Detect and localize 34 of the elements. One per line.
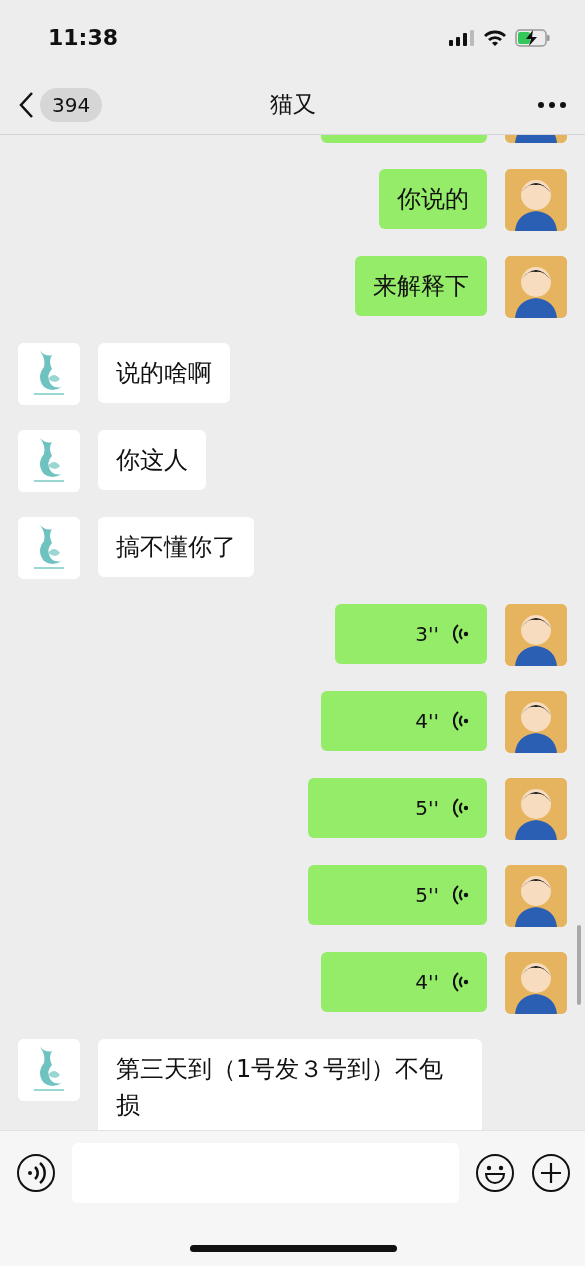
more-icon[interactable] bbox=[537, 100, 567, 109]
voice-message[interactable]: 4'' bbox=[321, 952, 487, 1012]
voice-message[interactable]: 5'' bbox=[307, 778, 487, 838]
avatar[interactable] bbox=[505, 865, 567, 927]
chat-title: 猫又 bbox=[269, 91, 316, 118]
avatar[interactable] bbox=[505, 604, 567, 666]
message-bubble[interactable]: 搞不懂你了 bbox=[98, 517, 254, 577]
voice-message[interactable]: 5'' bbox=[307, 865, 487, 925]
message-bubble[interactable]: 你说的 bbox=[379, 169, 487, 229]
signal-icon bbox=[449, 29, 475, 46]
back-icon[interactable] bbox=[18, 90, 34, 119]
sound-wave-icon bbox=[453, 797, 469, 819]
wifi-icon bbox=[483, 29, 507, 46]
avatar[interactable] bbox=[505, 778, 567, 840]
add-icon[interactable] bbox=[531, 1153, 571, 1193]
voice-input-icon[interactable] bbox=[16, 1153, 56, 1193]
avatar[interactable] bbox=[505, 256, 567, 318]
sound-wave-icon bbox=[453, 710, 469, 732]
sound-wave-icon bbox=[453, 971, 469, 993]
avatar[interactable] bbox=[505, 169, 567, 231]
voice-message[interactable]: 3'' bbox=[334, 604, 487, 664]
message-bubble[interactable]: 来解释下 bbox=[355, 256, 487, 316]
message-bubble[interactable]: 说的啥啊 bbox=[98, 343, 230, 403]
message-bubble[interactable]: 你这人 bbox=[98, 430, 206, 490]
avatar[interactable] bbox=[505, 691, 567, 753]
battery-charging-icon bbox=[515, 28, 551, 47]
emoji-icon[interactable] bbox=[475, 1153, 515, 1193]
message-bubble[interactable]: 第三天到（1号发３号到）不包损 bbox=[98, 1039, 482, 1130]
status-time: 11:38 bbox=[48, 24, 119, 52]
avatar[interactable] bbox=[505, 952, 567, 1014]
sound-wave-icon bbox=[453, 623, 469, 645]
unread-count-badge[interactable]: 394 bbox=[40, 87, 103, 122]
voice-message[interactable]: 4'' bbox=[321, 691, 487, 751]
sound-wave-icon bbox=[453, 884, 469, 906]
